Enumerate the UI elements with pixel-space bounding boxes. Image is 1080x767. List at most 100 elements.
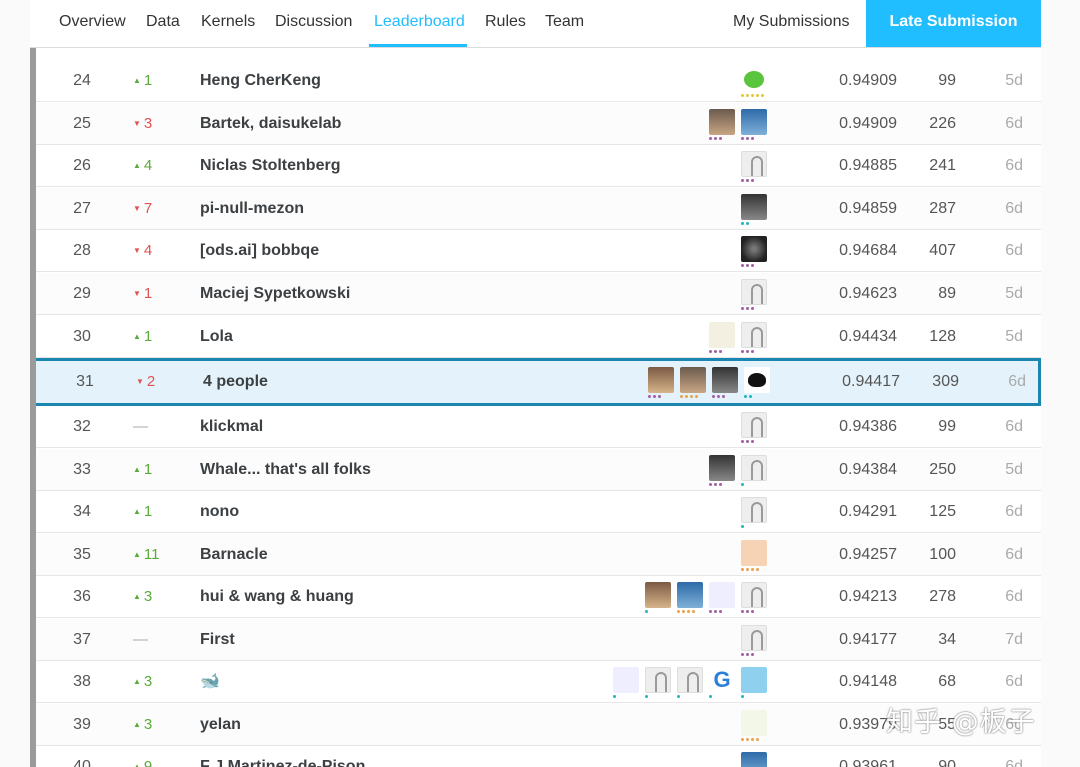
- rank-change: —: [133, 418, 148, 435]
- avatar[interactable]: [741, 540, 767, 566]
- avatar[interactable]: [741, 66, 767, 92]
- team-name[interactable]: nono: [200, 491, 600, 533]
- tier-dots: [744, 395, 754, 399]
- late-submission-button[interactable]: Late Submission: [866, 0, 1041, 47]
- avatar[interactable]: [613, 667, 639, 693]
- avatar[interactable]: [741, 236, 767, 262]
- table-row[interactable]: 32 — klickmal 0.94386 99 6d: [36, 406, 1041, 448]
- avatar[interactable]: [709, 582, 735, 608]
- avatar[interactable]: [741, 279, 767, 305]
- tab-team[interactable]: Team: [545, 0, 584, 48]
- entries: 250: [929, 461, 956, 478]
- table-row[interactable]: 36 3 hui & wang & huang 0.94213 278 6d: [36, 576, 1041, 618]
- tab-data[interactable]: Data: [146, 0, 180, 48]
- score: 0.93961: [839, 758, 897, 767]
- avatar[interactable]: [741, 497, 767, 523]
- team-name[interactable]: Barnacle: [200, 534, 600, 576]
- table-row[interactable]: 26 4 Niclas Stoltenberg 0.94885 241 6d: [36, 145, 1041, 187]
- team-name[interactable]: pi-null-mezon: [200, 188, 600, 230]
- table-row[interactable]: 37 — First 0.94177 34 7d: [36, 619, 1041, 661]
- last-submission: 6d: [1005, 758, 1023, 767]
- table-row[interactable]: 29 1 Maciej Sypetkowski 0.94623 89 5d: [36, 273, 1041, 315]
- tier-dots: [741, 653, 756, 657]
- rank-change: 3: [133, 576, 163, 618]
- rank-change: 1: [133, 449, 163, 491]
- tab-kernels[interactable]: Kernels: [201, 0, 255, 48]
- avatar[interactable]: [741, 667, 767, 693]
- table-row[interactable]: 40 9 F J Martinez-de-Pison 0.93961 90 6d: [36, 746, 1041, 767]
- team-name[interactable]: hui & wang & huang: [200, 576, 600, 618]
- table-row[interactable]: 30 1 Lola 0.94434 128 5d: [36, 316, 1041, 358]
- avatar[interactable]: [741, 322, 767, 348]
- avatar[interactable]: [741, 625, 767, 651]
- team-name[interactable]: Maciej Sypetkowski: [200, 273, 600, 315]
- entries: 100: [929, 546, 956, 563]
- competition-nav: Overview Data Kernels Discussion Leaderb…: [30, 0, 1041, 48]
- rank-change: 1: [133, 316, 163, 358]
- avatar[interactable]: [677, 667, 703, 693]
- rank: 30: [73, 328, 91, 345]
- tier-dots: [741, 568, 761, 572]
- tab-leaderboard[interactable]: Leaderboard: [374, 0, 465, 48]
- tab-rules[interactable]: Rules: [485, 0, 526, 48]
- avatar[interactable]: [712, 367, 738, 393]
- score: 0.94257: [839, 546, 897, 563]
- table-row[interactable]: 33 1 Whale... that's all folks 0.94384 2…: [36, 449, 1041, 491]
- table-row[interactable]: 25 3 Bartek, daisukelab 0.94909 226 6d: [36, 103, 1041, 145]
- right-margin: [1041, 0, 1080, 767]
- avatar[interactable]: [709, 455, 735, 481]
- table-row[interactable]: 38 3 🐋 G 0.94148 68 6d: [36, 661, 1041, 703]
- team-name[interactable]: Whale... that's all folks: [200, 449, 600, 491]
- avatar[interactable]: [741, 194, 767, 220]
- table-row[interactable]: 35 11 Barnacle 0.94257 100 6d: [36, 534, 1041, 576]
- team-name[interactable]: 🐋: [200, 661, 600, 703]
- team-name[interactable]: yelan: [200, 704, 600, 746]
- avatar[interactable]: [648, 367, 674, 393]
- team-name[interactable]: First: [200, 619, 600, 661]
- entries: 99: [938, 72, 956, 89]
- team-name[interactable]: Heng CherKeng: [200, 60, 600, 102]
- entries: 309: [932, 373, 959, 390]
- team-name[interactable]: Niclas Stoltenberg: [200, 145, 600, 187]
- avatar[interactable]: [741, 582, 767, 608]
- avatar[interactable]: [677, 582, 703, 608]
- table-row[interactable]: 27 7 pi-null-mezon 0.94859 287 6d: [36, 188, 1041, 230]
- table-row[interactable]: 28 4 [ods.ai] bobbqe 0.94684 407 6d: [36, 230, 1041, 272]
- avatar[interactable]: [645, 582, 671, 608]
- team-name[interactable]: Lola: [200, 316, 600, 358]
- entries: 241: [929, 157, 956, 174]
- avatar[interactable]: [645, 667, 671, 693]
- avatar[interactable]: [741, 109, 767, 135]
- tier-dots: [741, 483, 746, 487]
- rank: 32: [73, 418, 91, 435]
- tier-dots: [741, 525, 746, 529]
- avatar[interactable]: [709, 322, 735, 348]
- my-submissions-link[interactable]: My Submissions: [733, 0, 849, 48]
- team-name[interactable]: F J Martinez-de-Pison: [200, 746, 600, 767]
- score: 0.94291: [839, 503, 897, 520]
- last-submission: 6d: [1008, 373, 1026, 390]
- table-row[interactable]: 34 1 nono 0.94291 125 6d: [36, 491, 1041, 533]
- avatar[interactable]: [709, 109, 735, 135]
- avatar[interactable]: [741, 151, 767, 177]
- table-row-highlighted[interactable]: 31 2 4 people 0.94417 309 6d: [36, 358, 1041, 406]
- avatar[interactable]: [741, 752, 767, 767]
- avatar[interactable]: [741, 455, 767, 481]
- tier-dots: [680, 395, 700, 399]
- team-name[interactable]: 4 people: [203, 361, 603, 403]
- rank: 29: [73, 285, 91, 302]
- team-name[interactable]: Bartek, daisukelab: [200, 103, 600, 145]
- rank-change: 3: [133, 661, 163, 703]
- avatar[interactable]: [744, 367, 770, 393]
- tab-overview[interactable]: Overview: [59, 0, 126, 48]
- team-name[interactable]: [ods.ai] bobbqe: [200, 230, 600, 272]
- rank-change: 2: [136, 361, 166, 403]
- avatar[interactable]: [741, 412, 767, 438]
- avatar[interactable]: [741, 710, 767, 736]
- table-row[interactable]: 24 1 Heng CherKeng 0.94909 99 5d: [36, 60, 1041, 102]
- avatar[interactable]: [680, 367, 706, 393]
- team-name[interactable]: klickmal: [200, 406, 600, 448]
- avatar[interactable]: G: [709, 667, 735, 693]
- tab-discussion[interactable]: Discussion: [275, 0, 352, 48]
- rank: 37: [73, 631, 91, 648]
